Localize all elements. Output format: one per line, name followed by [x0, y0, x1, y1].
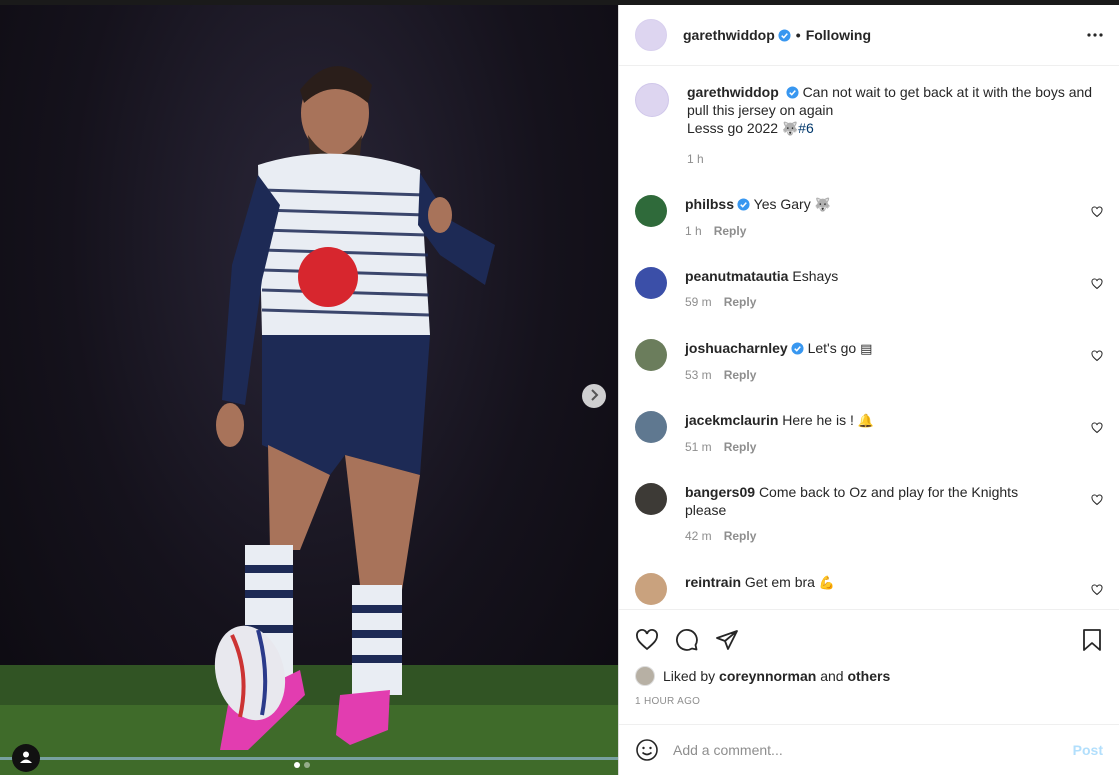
comment-emoji: 🐺	[814, 197, 831, 212]
comment-text: Here he is !	[782, 412, 854, 428]
comment-time[interactable]: 1 h	[685, 224, 702, 238]
commenter-avatar[interactable]	[635, 573, 667, 605]
carousel-dot	[294, 762, 300, 768]
comment-emoji: 🔔	[857, 413, 874, 428]
comment-composer: Post	[619, 724, 1119, 775]
liker-username[interactable]: coreynnorman	[719, 668, 816, 684]
reply-button[interactable]: Reply	[724, 529, 757, 543]
liked-by-prefix: Liked by	[663, 668, 716, 684]
heart-icon	[1091, 206, 1103, 218]
liked-and: and	[820, 668, 844, 684]
comment-row: philbss Yes Gary 🐺 1 h Reply	[635, 195, 1103, 267]
more-horizontal-icon	[1087, 33, 1103, 37]
comment-icon	[676, 629, 698, 651]
post-actions: Liked by coreynnorman and others 1 HOUR …	[619, 609, 1119, 707]
liker-avatar[interactable]	[635, 666, 655, 686]
post-header: garethwiddop • Following	[619, 5, 1119, 66]
emoji-button[interactable]	[635, 738, 659, 762]
comment-time[interactable]: 42 m	[685, 529, 712, 543]
caption-username[interactable]: garethwiddop	[687, 84, 779, 100]
comment-row: jacekmclaurin Here he is ! 🔔 51 m Reply	[635, 411, 1103, 483]
comment-text: Get em bra	[744, 574, 815, 590]
post-image[interactable]	[0, 5, 618, 775]
share-icon	[716, 630, 738, 650]
comment-time[interactable]: 51 m	[685, 440, 712, 454]
verified-badge-icon	[791, 342, 804, 355]
verified-badge-icon	[778, 28, 791, 42]
hashtag-link[interactable]: #6	[798, 120, 814, 136]
tagged-users-button[interactable]	[12, 744, 40, 772]
reply-button[interactable]: Reply	[724, 440, 757, 454]
like-button[interactable]	[635, 628, 659, 652]
comment-input[interactable]	[673, 742, 1073, 758]
heart-icon	[1091, 584, 1103, 596]
caption-time[interactable]: 1 h	[687, 152, 704, 166]
commenter-username[interactable]: peanutmatautia	[685, 268, 788, 284]
commenter-avatar[interactable]	[635, 195, 667, 227]
reply-button[interactable]: Reply	[724, 295, 757, 309]
like-comment-button[interactable]	[1091, 421, 1103, 437]
following-button[interactable]: Following	[806, 27, 871, 43]
like-comment-button[interactable]	[1091, 277, 1103, 293]
comment-button[interactable]	[675, 628, 699, 652]
comment-text: Let's go	[807, 340, 857, 356]
more-options-button[interactable]	[1087, 33, 1103, 37]
comment-row: joshuacharnley Let's go ▤ 53 m Reply	[635, 339, 1103, 411]
post-time-ago[interactable]: 1 HOUR AGO	[635, 696, 1103, 707]
commenter-username[interactable]: bangers09	[685, 484, 755, 500]
comment-row: peanutmatautia Eshays 59 m Reply	[635, 267, 1103, 339]
liked-others-link[interactable]: others	[847, 668, 890, 684]
carousel-dot	[304, 762, 310, 768]
heart-icon	[1091, 422, 1103, 434]
author-avatar[interactable]	[635, 19, 667, 51]
likes-summary: Liked by coreynnorman and others	[635, 666, 1103, 686]
commenter-username[interactable]: jacekmclaurin	[685, 412, 778, 428]
post-details-panel: garethwiddop • Following garethwiddop Ca…	[618, 5, 1119, 775]
reply-button[interactable]: Reply	[714, 224, 747, 238]
commenter-avatar[interactable]	[635, 483, 667, 515]
like-comment-button[interactable]	[1091, 349, 1103, 365]
rugby-player-illustration	[0, 66, 618, 775]
comment-time[interactable]: 59 m	[685, 295, 712, 309]
commenter-avatar[interactable]	[635, 411, 667, 443]
bookmark-icon	[1083, 629, 1101, 651]
post-comment-button[interactable]: Post	[1073, 742, 1103, 758]
like-comment-button[interactable]	[1091, 493, 1103, 509]
carousel-indicator	[294, 762, 310, 768]
commenter-username[interactable]: joshuacharnley	[685, 340, 788, 356]
emoji-icon	[636, 739, 658, 761]
comment-text: Yes Gary	[753, 196, 811, 212]
caption-text-line2: Lesss go 2022	[687, 120, 779, 136]
author-avatar[interactable]	[635, 83, 669, 117]
commenter-username[interactable]: reintrain	[685, 574, 741, 590]
author-username[interactable]: garethwiddop	[683, 27, 775, 43]
comment-time[interactable]: 53 m	[685, 368, 712, 382]
wolf-emoji: 🐺	[781, 121, 799, 136]
heart-icon	[636, 629, 658, 651]
share-button[interactable]	[715, 628, 739, 652]
verified-badge-icon	[786, 86, 799, 99]
chevron-right-icon	[589, 388, 599, 404]
comments-list[interactable]: garethwiddop Can not wait to get back at…	[619, 67, 1119, 609]
heart-icon	[1091, 278, 1103, 290]
commenter-avatar[interactable]	[635, 339, 667, 371]
reply-button[interactable]: Reply	[724, 368, 757, 382]
comment-row: bangers09 Come back to Oz and play for t…	[635, 483, 1103, 573]
heart-icon	[1091, 350, 1103, 362]
verified-badge-icon	[737, 198, 750, 211]
heart-icon	[1091, 494, 1103, 506]
next-image-button[interactable]	[582, 384, 606, 408]
comment-text: Eshays	[792, 268, 839, 284]
save-button[interactable]	[1081, 628, 1103, 652]
comment-row: reintrain Get em bra 💪	[635, 573, 1103, 609]
commenter-username[interactable]: philbss	[685, 196, 734, 212]
caption: garethwiddop Can not wait to get back at…	[635, 83, 1103, 195]
user-tag-icon	[19, 750, 33, 767]
commenter-avatar[interactable]	[635, 267, 667, 299]
like-comment-button[interactable]	[1091, 205, 1103, 221]
comment-emoji: ▤	[860, 341, 873, 356]
like-comment-button[interactable]	[1091, 583, 1103, 599]
separator-bullet: •	[795, 27, 801, 43]
comment-emoji: 💪	[818, 575, 836, 590]
